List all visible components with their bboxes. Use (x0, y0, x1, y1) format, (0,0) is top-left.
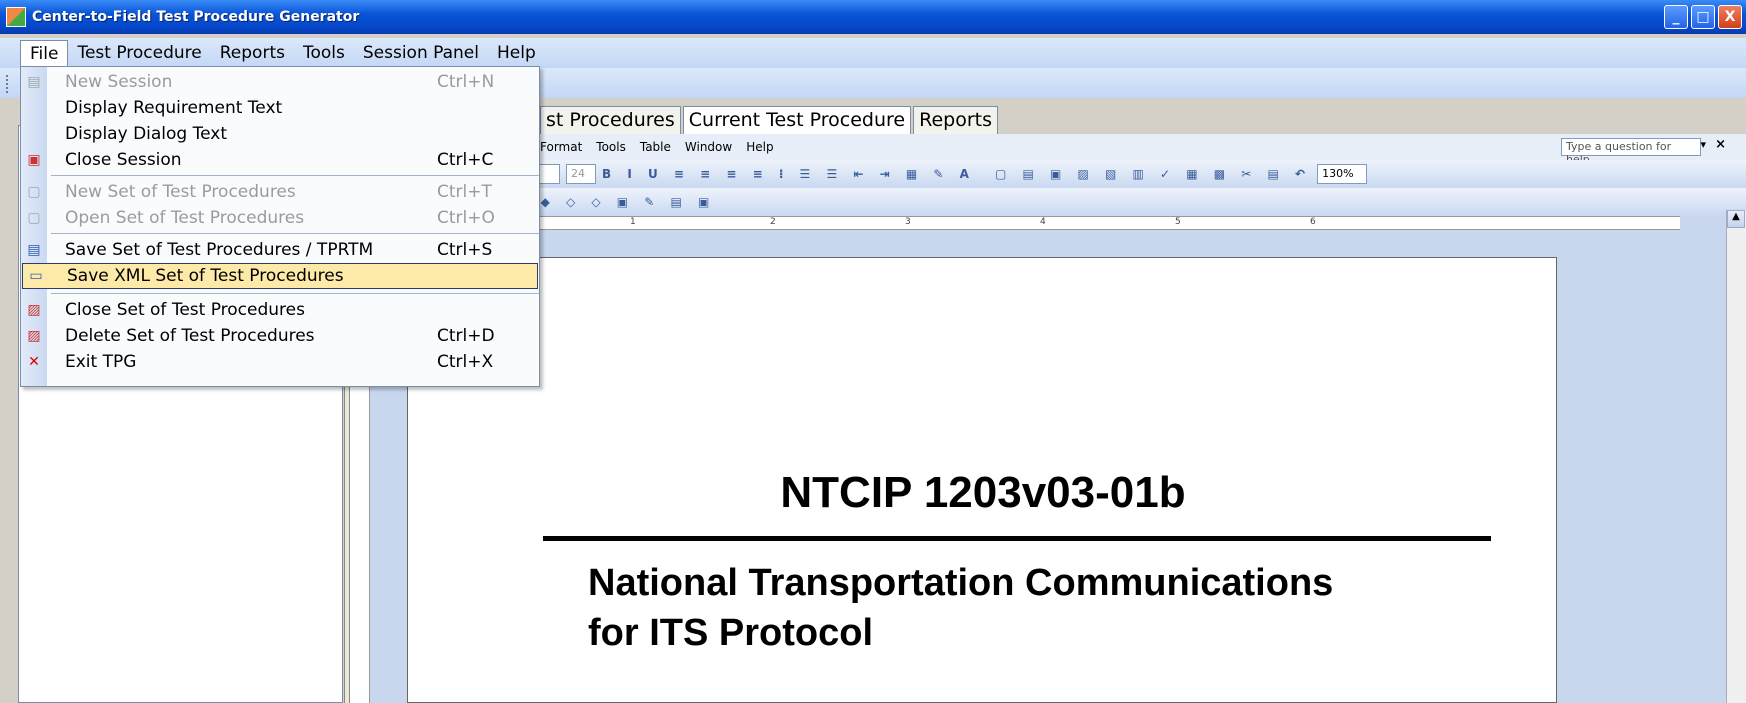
menu-item-new-set[interactable]: ▢ New Set of Test Procedures Ctrl+T (21, 179, 539, 205)
word-menu-bar: Format Tools Table Window Help Type a qu… (350, 134, 1746, 166)
zoom-field[interactable]: 130% (1317, 164, 1368, 184)
tab-reports[interactable]: Reports (913, 106, 998, 134)
word-review-toolbar: ow ◆ ◆ ◇ ◇ ▣ ✎ ▤ ▣ (350, 188, 1746, 216)
menu-reports[interactable]: Reports (211, 40, 294, 66)
menu-item-label: New Session (65, 72, 173, 92)
menu-item-label: Display Requirement Text (65, 98, 283, 118)
tab-current-test-procedure[interactable]: Current Test Procedure (682, 106, 912, 134)
menu-item-display-requirement-text[interactable]: Display Requirement Text (21, 95, 539, 121)
file-menu-dropdown: ▤ New Session Ctrl+N Display Requirement… (20, 66, 540, 387)
menu-item-label: Close Set of Test Procedures (65, 300, 305, 320)
word-menu-table[interactable]: Table (640, 140, 671, 154)
word-menu-window[interactable]: Window (685, 140, 732, 154)
menu-test-procedure[interactable]: Test Procedure (68, 40, 210, 66)
menu-file[interactable]: File (20, 39, 69, 67)
toolstrip-grip[interactable] (6, 75, 10, 93)
font-size-field[interactable]: 24 (566, 164, 596, 184)
menu-item-label: Save XML Set of Test Procedures (67, 266, 344, 286)
help-question-input[interactable]: Type a question for help (1561, 138, 1701, 166)
menu-item-open-set[interactable]: ▢ Open Set of Test Procedures Ctrl+O (21, 205, 539, 231)
document-title: NTCIP 1203v03-01b (780, 468, 1186, 517)
menu-item-label: Save Set of Test Procedures / TPRTM (65, 240, 374, 260)
maximize-button[interactable]: □ (1691, 5, 1715, 29)
tab-set-of-test-procedures[interactable]: st Procedures (540, 106, 681, 134)
title-bar: Center-to-Field Test Procedure Generator… (0, 0, 1746, 34)
menu-item-label: Display Dialog Text (65, 124, 227, 144)
close-set-icon: ▨ (27, 302, 41, 318)
word-formatting-toolbar: ck 24 B I U ≡ ≡ ≡ ≡ ⁝ ☰ ☰ ⇤ ⇥ ▦ ✎ A ▢ ▤ … (350, 160, 1746, 188)
delete-set-icon: ▨ (27, 328, 41, 344)
word-menu-format[interactable]: Format (540, 140, 582, 154)
word-close-icon[interactable]: × (1715, 137, 1726, 152)
formatting-buttons-icon[interactable]: B I U ≡ ≡ ≡ ≡ ⁝ ☰ ☰ ⇤ ⇥ ▦ ✎ A (602, 167, 975, 181)
vertical-scrollbar[interactable]: ▲ (1726, 210, 1746, 703)
word-document-area: Format Tools Table Window Help Type a qu… (350, 134, 1746, 703)
tab-strip: st Procedures Current Test Procedure Rep… (540, 106, 1000, 134)
app-icon (6, 7, 26, 27)
ruler-number: 5 (1175, 217, 1181, 227)
word-menu-help[interactable]: Help (746, 140, 773, 154)
open-set-icon: ▢ (27, 210, 41, 226)
menu-item-save-xml-set[interactable]: ▭ Save XML Set of Test Procedures (22, 263, 538, 289)
ruler-number: 2 (770, 217, 776, 227)
menu-separator (51, 233, 539, 234)
menu-separator (51, 293, 539, 294)
subtitle-line-2: for ITS Protocol (588, 612, 873, 654)
scroll-up-icon[interactable]: ▲ (1727, 210, 1745, 228)
menu-item-shortcut: Ctrl+T (437, 182, 492, 202)
menu-separator (51, 175, 539, 176)
menu-item-label: Exit TPG (65, 352, 137, 372)
window-title: Center-to-Field Test Procedure Generator (32, 9, 360, 25)
close-button[interactable]: X (1718, 5, 1742, 29)
title-rule (543, 536, 1491, 541)
ruler-number: 6 (1310, 217, 1316, 227)
menu-item-shortcut: Ctrl+O (437, 208, 495, 228)
document-subtitle: National Transportation Communications f… (588, 558, 1333, 658)
menu-item-shortcut: Ctrl+N (437, 72, 495, 92)
menu-item-exit-tpg[interactable]: ✕ Exit TPG Ctrl+X (21, 349, 539, 375)
menu-item-save-set[interactable]: ▤ Save Set of Test Procedures / TPRTM Ct… (21, 237, 539, 263)
menu-tools[interactable]: Tools (294, 40, 354, 66)
menu-item-shortcut: Ctrl+C (437, 150, 494, 170)
word-menu-tools[interactable]: Tools (596, 140, 626, 154)
menu-item-delete-set[interactable]: ▨ Delete Set of Test Procedures Ctrl+D (21, 323, 539, 349)
menu-item-label: New Set of Test Procedures (65, 182, 296, 202)
exit-icon: ✕ (28, 354, 40, 370)
ruler-number: 1 (630, 217, 636, 227)
minimize-button[interactable]: _ (1664, 5, 1688, 29)
ruler-number: 3 (905, 217, 911, 227)
menu-item-close-set[interactable]: ▨ Close Set of Test Procedures (21, 297, 539, 323)
close-session-icon: ▣ (27, 152, 41, 168)
menu-session-panel[interactable]: Session Panel (354, 40, 488, 66)
new-session-icon: ▤ (27, 74, 41, 90)
menu-item-label: Close Session (65, 150, 182, 170)
subtitle-line-1: National Transportation Communications (588, 562, 1334, 604)
menu-item-close-session[interactable]: ▣ Close Session Ctrl+C (21, 147, 539, 173)
save-xml-icon: ▭ (29, 268, 43, 284)
menu-help[interactable]: Help (488, 40, 545, 66)
document-page[interactable]: NTCIP 1203v03-01b National Transportatio… (407, 257, 1557, 703)
review-buttons-icon[interactable]: ◆ ◆ ◇ ◇ ▣ ✎ ▤ ▣ (515, 195, 715, 209)
menu-item-label: Delete Set of Test Procedures (65, 326, 315, 346)
menu-item-display-dialog-text[interactable]: Display Dialog Text (21, 121, 539, 147)
horizontal-ruler[interactable]: 1 2 3 4 5 6 (500, 216, 1680, 230)
menu-item-shortcut: Ctrl+D (437, 326, 495, 346)
standard-buttons-icon[interactable]: ▢ ▤ ▣ ▨ ▧ ▥ ✓ ▦ ▩ ✂ ▤ ↶ (995, 167, 1311, 181)
menu-item-shortcut: Ctrl+S (437, 240, 493, 260)
menu-item-label: Open Set of Test Procedures (65, 208, 305, 228)
menu-item-new-session[interactable]: ▤ New Session Ctrl+N (21, 69, 539, 95)
ruler-number: 4 (1040, 217, 1046, 227)
menu-item-shortcut: Ctrl+X (437, 352, 494, 372)
save-set-icon: ▤ (27, 242, 41, 258)
menu-bar: File Test Procedure Reports Tools Sessio… (0, 38, 1746, 68)
new-set-icon: ▢ (27, 184, 41, 200)
help-dropdown-icon[interactable]: ▾ (1700, 138, 1706, 151)
